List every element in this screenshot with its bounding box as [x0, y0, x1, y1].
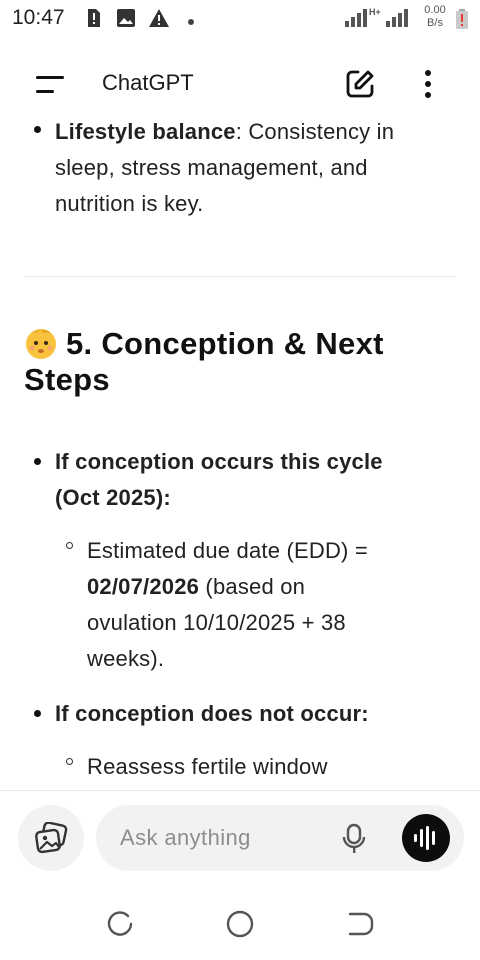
sub-bullet: [66, 758, 73, 765]
more-vert-icon[interactable]: [424, 69, 432, 104]
system-nav-bar: [0, 886, 480, 960]
heading-line2: Steps: [24, 362, 110, 397]
chat-message: Lifestyle balance: Consistency in sleep,…: [0, 116, 480, 790]
lifestyle-line2: sleep, stress management, and: [55, 155, 368, 180]
back-icon[interactable]: [346, 912, 374, 943]
sub-bullet: [66, 542, 73, 549]
section-divider: [24, 276, 456, 277]
baby-emoji-icon: [24, 326, 58, 360]
lifestyle-line3: nutrition is key.: [55, 191, 204, 216]
voice-mode-button[interactable]: [402, 814, 450, 862]
battery-alert-icon: [456, 9, 468, 34]
bullet: [34, 458, 41, 465]
new-chat-icon[interactable]: [344, 68, 376, 105]
edd-line1: Estimated due date (EDD) =: [87, 538, 368, 563]
more-notifications-dot-icon: [187, 13, 195, 31]
net-speed-value: 0.00: [424, 4, 446, 16]
heading-line1: 5. Conception & Next: [66, 326, 384, 361]
edd-line4: weeks).: [87, 646, 165, 671]
status-bar: 10:47 H+ 0.00 B/s: [0, 0, 480, 38]
section-heading: 5. Conception & Next Steps: [24, 326, 464, 398]
bullet: [34, 126, 41, 133]
bullet2-label: If conception does not occur:: [55, 701, 369, 726]
bullet2-sub-line1: Reassess fertile window: [87, 754, 328, 779]
lifestyle-label: Lifestyle balance: [55, 119, 236, 144]
recents-icon[interactable]: [106, 910, 134, 943]
image-icon: [116, 8, 136, 33]
edd-line2: 02/07/2026 (based on: [87, 574, 306, 599]
attach-image-button[interactable]: [18, 805, 84, 871]
sim-alert-icon: [86, 8, 102, 33]
bullet1-line2: (Oct 2025):: [55, 485, 171, 510]
ask-input-placeholder: Ask anything: [120, 825, 251, 850]
edd-line3: ovulation 10/10/2025 + 38: [87, 610, 346, 635]
signal-icon: [386, 9, 410, 32]
network-type: H+: [369, 7, 381, 17]
net-speed: 0.00 B/s: [418, 4, 452, 30]
app-title: ChatGPT: [102, 70, 194, 95]
warning-icon: [148, 8, 170, 33]
signal-icon: [345, 9, 369, 32]
voice-waveform-icon: [413, 825, 439, 856]
composer: Ask anything: [0, 790, 480, 887]
bullet: [34, 710, 41, 717]
lifestyle-line1: Lifestyle balance: Consistency in: [55, 119, 395, 144]
bullet1-line1: If conception occurs this cycle: [55, 449, 383, 474]
menu-icon[interactable]: [36, 76, 66, 99]
home-icon[interactable]: [226, 910, 254, 943]
mic-icon[interactable]: [342, 823, 366, 860]
status-time: 10:47: [12, 6, 65, 29]
edd-date: 02/07/2026: [87, 574, 200, 599]
net-speed-unit: B/s: [427, 17, 443, 29]
app-bar: ChatGPT: [0, 50, 480, 116]
gallery-icon: [34, 821, 68, 859]
ask-input[interactable]: Ask anything: [96, 805, 464, 871]
